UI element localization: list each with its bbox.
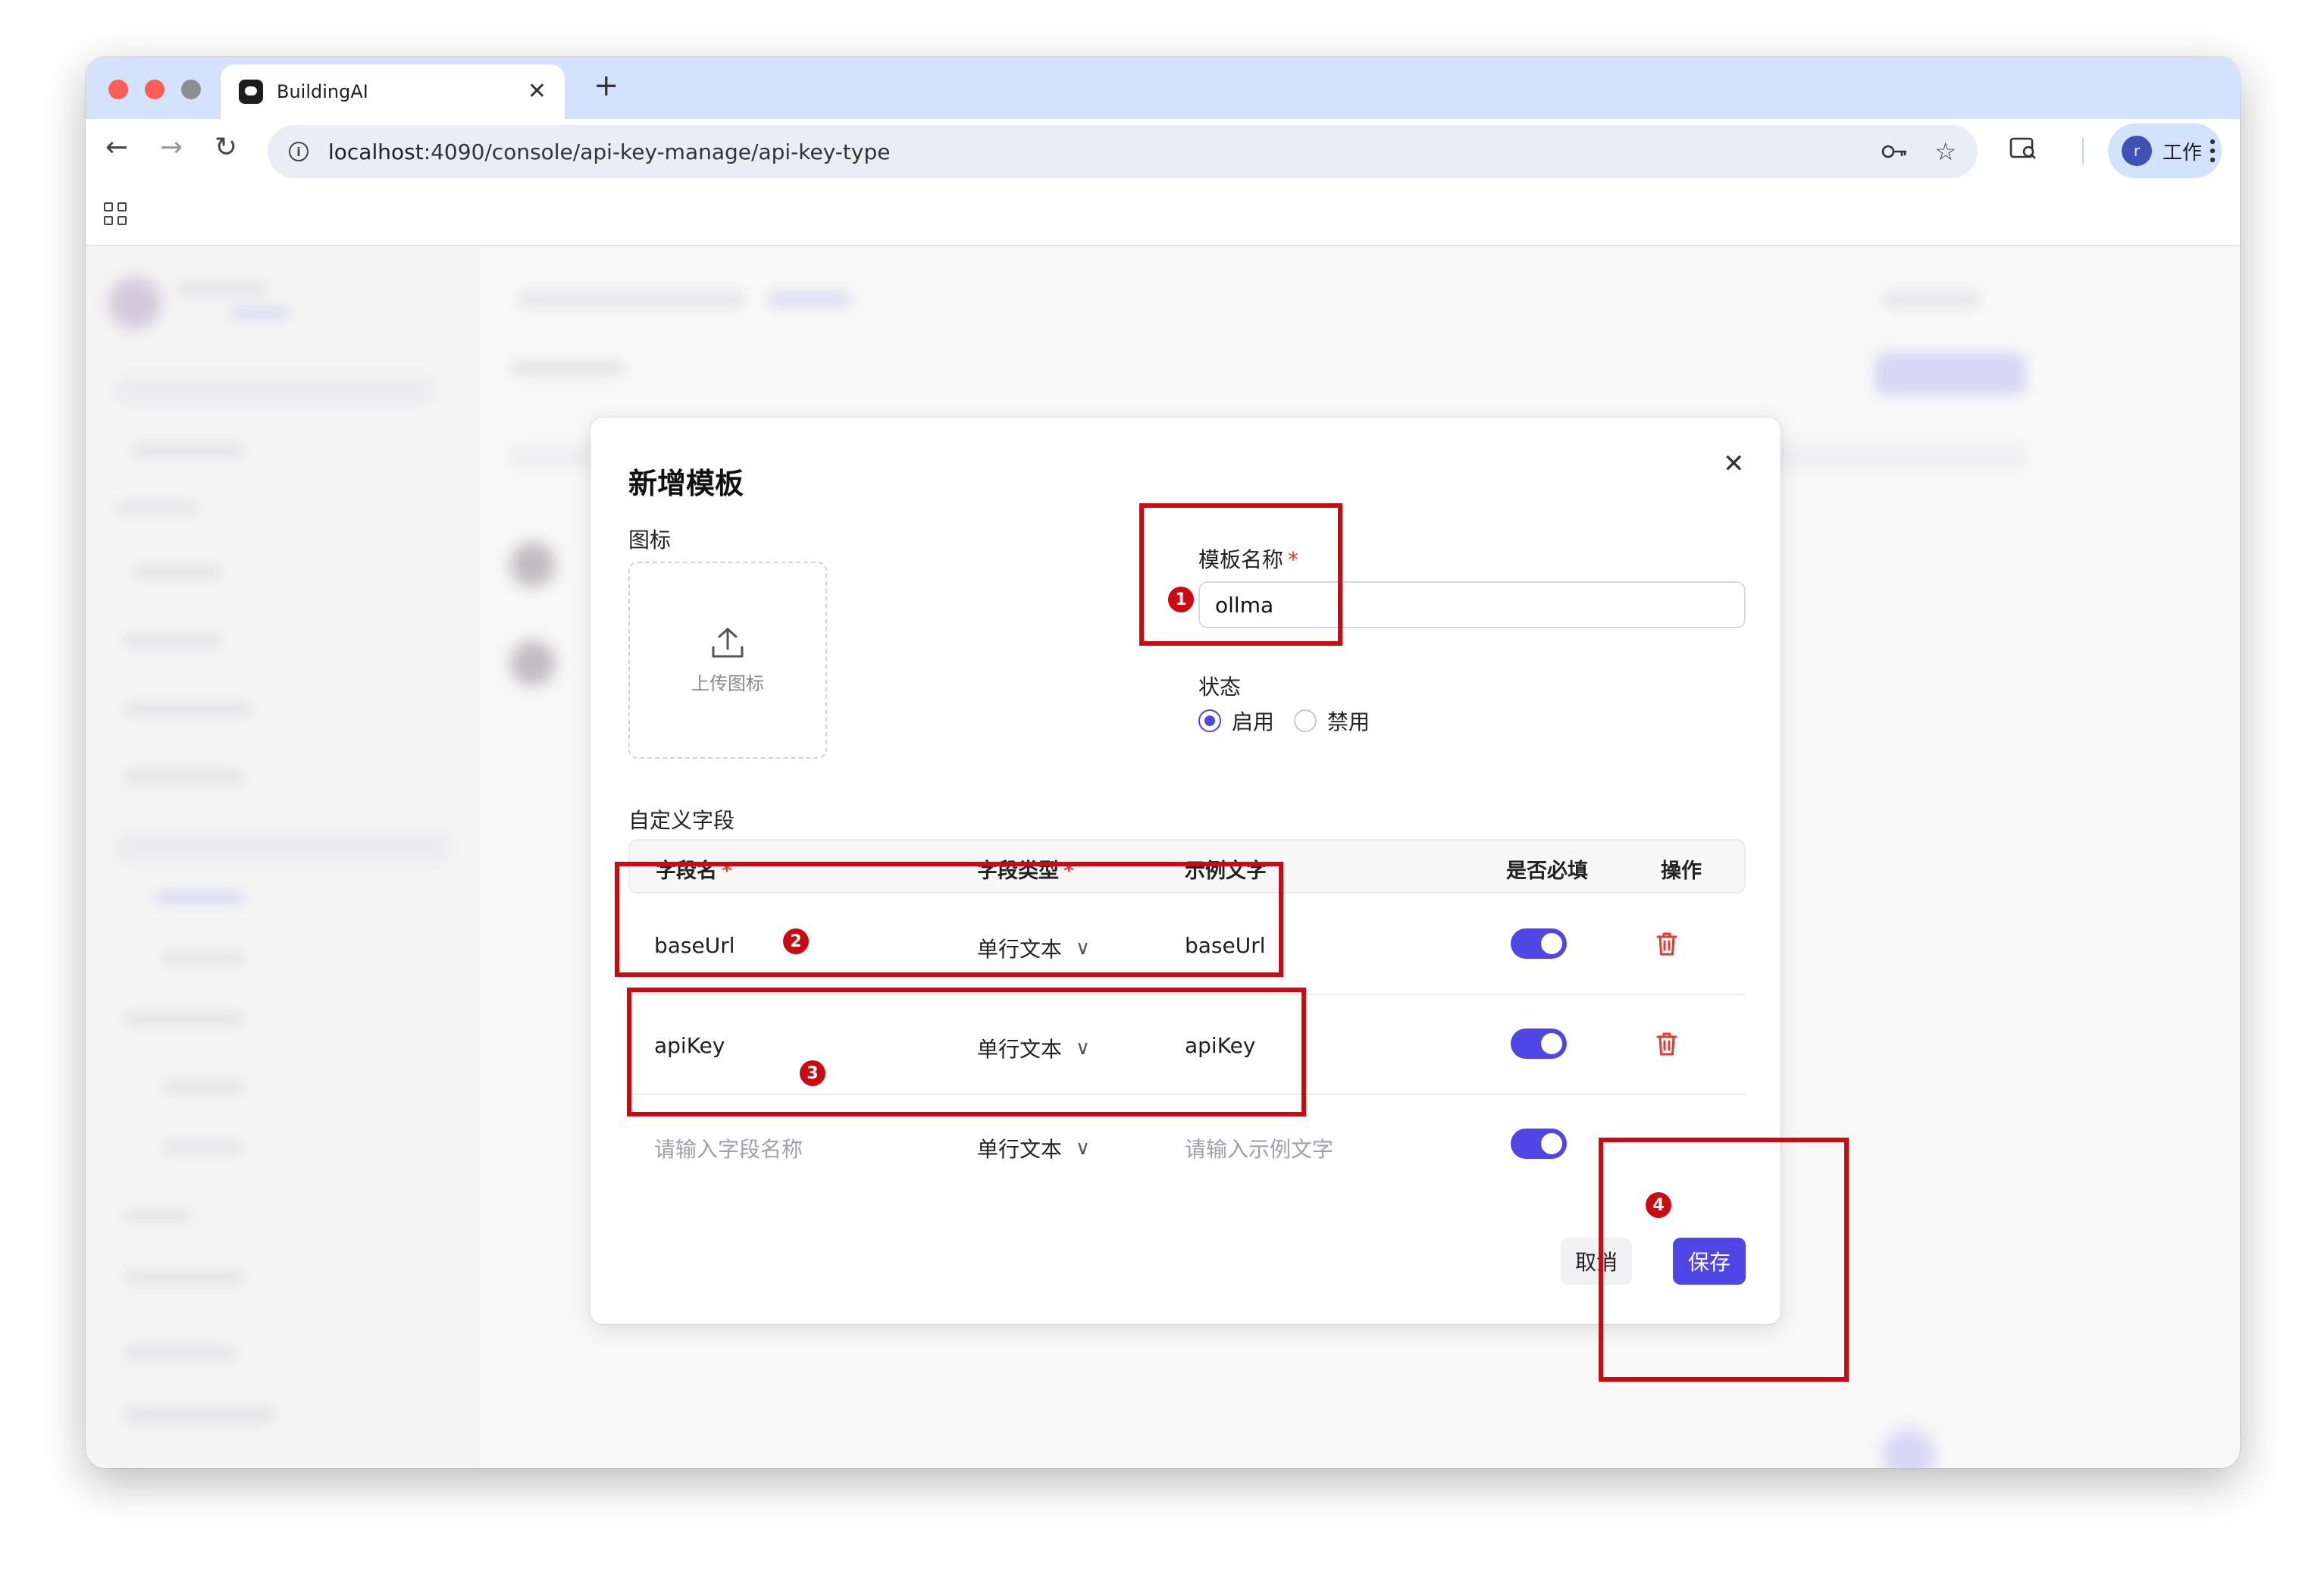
avatar: r: [2122, 136, 2152, 166]
profile-chip[interactable]: r 工作: [2108, 124, 2222, 178]
close-icon[interactable]: ✕: [1723, 451, 1745, 477]
forward-arrow-icon[interactable]: →: [160, 134, 183, 161]
site-info-icon[interactable]: i: [289, 142, 309, 161]
buildingai-favicon-icon: [239, 80, 263, 104]
reload-icon[interactable]: ↻: [215, 134, 237, 161]
tab-search-icon[interactable]: [2009, 136, 2038, 161]
url-text[interactable]: localhost:4090/console/api-key-manage/ap…: [328, 139, 1866, 164]
maximize-window-button[interactable]: [181, 80, 201, 99]
field-type-select[interactable]: 单行文本 ∨: [977, 1133, 1090, 1163]
upload-text: 上传图标: [691, 672, 764, 694]
icon-label: 图标: [628, 528, 672, 553]
annotation-badge-4: 4: [1646, 1192, 1671, 1218]
upload-icon-dropzone[interactable]: 上传图标: [628, 562, 827, 759]
annotation-box-4: [1599, 1138, 1849, 1382]
tab-close-icon[interactable]: ✕: [528, 80, 547, 103]
browser-toolbar: ← → ↻ i localhost:4090/console/api-key-m…: [86, 119, 2240, 184]
annotation-badge-2: 2: [783, 928, 809, 954]
back-arrow-icon[interactable]: ←: [105, 134, 128, 161]
required-toggle[interactable]: [1511, 928, 1567, 959]
address-bar[interactable]: i localhost:4090/console/api-key-manage/…: [268, 125, 1978, 178]
new-example-text-input[interactable]: 请输入示例文字: [1185, 1133, 1333, 1163]
delete-trash-icon[interactable]: [1652, 1028, 1682, 1059]
bookmark-star-icon[interactable]: ☆: [1934, 137, 1956, 166]
status-option-enabled-label[interactable]: 启用: [1232, 706, 1274, 736]
custom-fields-label: 自定义字段: [628, 808, 735, 833]
kebab-menu-icon[interactable]: [2208, 137, 2217, 164]
header-actions: 操作: [1661, 859, 1702, 883]
minimize-window-button[interactable]: [145, 80, 164, 99]
new-field-name-input[interactable]: 请输入字段名称: [654, 1133, 803, 1163]
status-radio-disabled[interactable]: [1294, 709, 1317, 732]
chevron-down-icon: ∨: [1076, 1137, 1091, 1160]
tab-strip: BuildingAI ✕ +: [86, 57, 2240, 119]
required-toggle[interactable]: [1511, 1129, 1567, 1159]
bookmarks-bar: [86, 184, 2240, 246]
annotation-box-2: [615, 862, 1283, 977]
annotation-box-1: [1139, 503, 1342, 646]
browser-tab[interactable]: BuildingAI ✕: [221, 64, 565, 119]
profile-name: 工作: [2163, 141, 2203, 164]
status-radio-enabled[interactable]: [1198, 709, 1221, 732]
required-toggle[interactable]: [1511, 1028, 1567, 1059]
apps-grid-icon[interactable]: [104, 202, 127, 225]
annotation-box-3: [627, 988, 1306, 1116]
status-label: 状态: [1198, 675, 1242, 700]
status-radio-group: 启用 禁用: [1198, 706, 1370, 736]
modal-title: 新增模板: [628, 467, 744, 500]
close-window-button[interactable]: [108, 80, 128, 99]
upload-icon: [712, 628, 744, 657]
password-key-icon[interactable]: [1881, 142, 1909, 161]
new-tab-icon[interactable]: +: [594, 70, 619, 101]
toolbar-divider: [2082, 137, 2084, 164]
tab-title: BuildingAI: [277, 81, 368, 102]
status-option-disabled-label[interactable]: 禁用: [1327, 706, 1370, 736]
annotation-badge-1: 1: [1168, 587, 1194, 612]
annotation-badge-3: 3: [800, 1060, 825, 1086]
browser-window: BuildingAI ✕ + ← → ↻ i localhost:4090/co…: [86, 57, 2240, 1468]
delete-trash-icon[interactable]: [1652, 928, 1682, 959]
header-required: 是否必填: [1506, 859, 1588, 883]
